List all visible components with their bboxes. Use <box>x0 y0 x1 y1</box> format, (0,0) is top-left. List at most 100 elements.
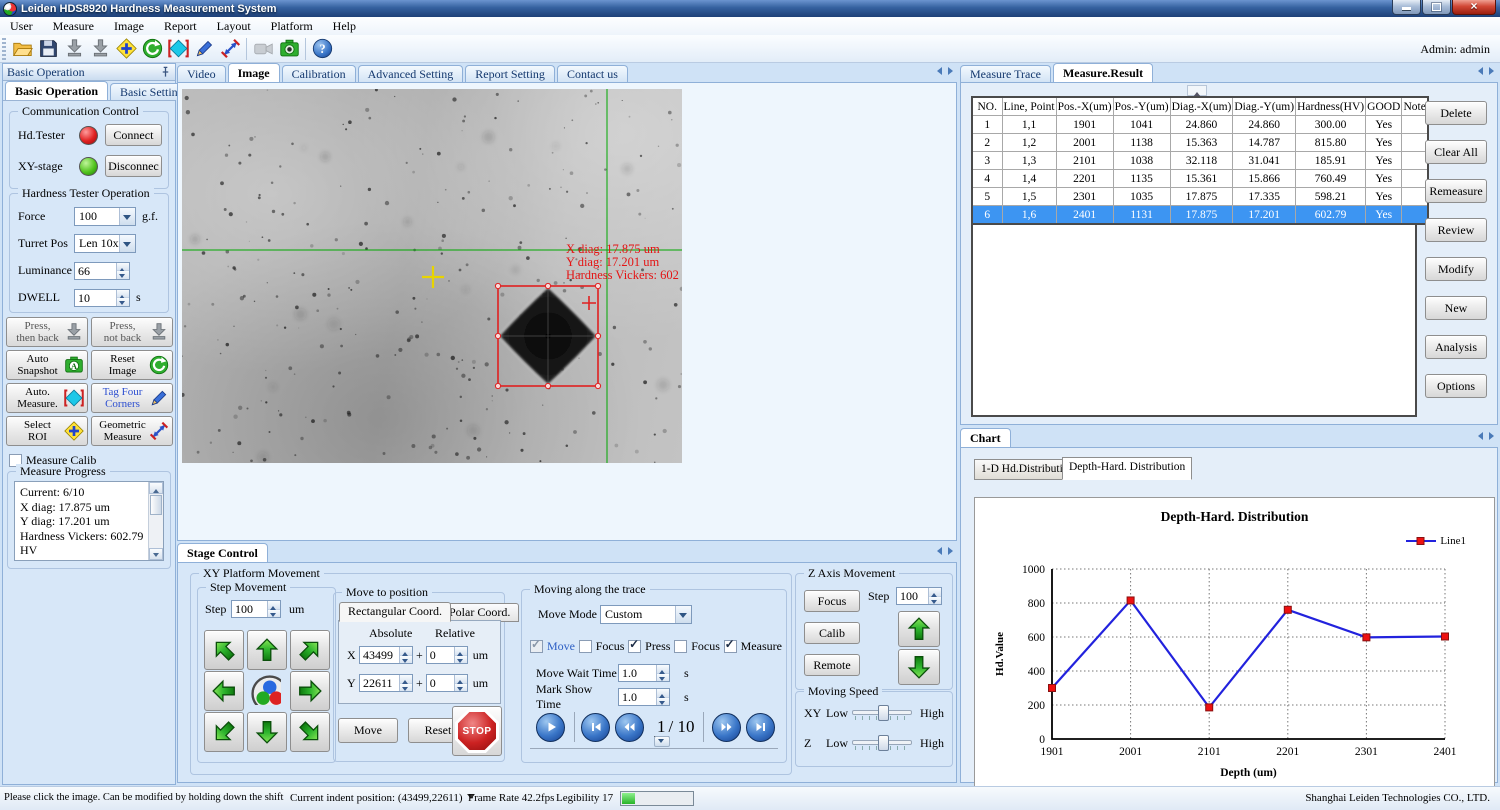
table-cell[interactable]: 4 <box>972 170 1002 188</box>
move-down-left-button[interactable] <box>204 712 244 752</box>
x-absolute-spinner[interactable]: 43499 <box>359 646 413 664</box>
chevron-down-icon[interactable] <box>119 235 135 252</box>
spin-down-icon[interactable] <box>117 298 129 306</box>
trace-play-button[interactable] <box>536 713 565 742</box>
move-down-button[interactable] <box>247 712 287 752</box>
table-cell[interactable] <box>1402 116 1428 134</box>
tab-contact-us[interactable]: Contact us <box>557 65 628 82</box>
table-cell[interactable]: 602.79 <box>1296 206 1366 225</box>
specimen-image[interactable]: X diag: 17.875 um Y diag: 17.201 um Hard… <box>182 89 682 463</box>
z-down-button[interactable] <box>898 649 940 685</box>
table-cell[interactable]: 15.361 <box>1170 170 1233 188</box>
table-cell[interactable]: 31.041 <box>1233 152 1296 170</box>
analysis-button[interactable]: Analysis <box>1425 335 1487 359</box>
move-up-button[interactable] <box>247 630 287 670</box>
slider-thumb[interactable] <box>878 735 889 751</box>
new-button[interactable]: New <box>1425 296 1487 320</box>
trace-first-button[interactable] <box>581 713 610 742</box>
select-roi-button[interactable]: SelectROI <box>6 416 88 446</box>
table-cell[interactable]: 17.875 <box>1170 206 1233 225</box>
table-cell[interactable]: 1,1 <box>1002 116 1056 134</box>
z-up-button[interactable] <box>898 611 940 647</box>
trace-prev-button[interactable] <box>615 713 644 742</box>
move-up-right-button[interactable] <box>290 630 330 670</box>
move-wait-spinner[interactable]: 1.0 <box>618 664 670 682</box>
table-cell[interactable] <box>1402 170 1428 188</box>
dwell-spinner[interactable]: 10 <box>74 289 130 307</box>
table-cell[interactable]: 2401 <box>1056 206 1113 225</box>
move-button[interactable]: Move <box>338 718 398 743</box>
tab-depth-hard-distribution[interactable]: Depth-Hard. Distribution <box>1062 457 1192 480</box>
table-cell[interactable]: 2 <box>972 134 1002 152</box>
minimize-button[interactable] <box>1392 0 1421 15</box>
modify-button[interactable]: Modify <box>1425 257 1487 281</box>
table-row[interactable]: 51,52301103517.87517.335598.21Yes <box>972 188 1428 206</box>
force-combobox[interactable]: 100 <box>74 207 136 226</box>
table-row[interactable]: 41,42201113515.36115.866760.49Yes <box>972 170 1428 188</box>
geometric-measure-button[interactable]: GeometricMeasure <box>91 416 173 446</box>
table-column-header[interactable]: Diag.-X(um) <box>1170 97 1233 116</box>
table-column-header[interactable]: Line, Point <box>1002 97 1056 116</box>
table-column-header[interactable]: Pos.-Y(um) <box>1113 97 1170 116</box>
tab-measure-trace[interactable]: Measure Trace <box>960 65 1051 82</box>
table-cell[interactable]: 598.21 <box>1296 188 1366 206</box>
table-cell[interactable]: 1901 <box>1056 116 1113 134</box>
table-cell[interactable]: 24.860 <box>1170 116 1233 134</box>
menu-measure[interactable]: Measure <box>43 17 104 35</box>
table-cell[interactable]: 1,2 <box>1002 134 1056 152</box>
table-column-header[interactable]: Note <box>1402 97 1428 116</box>
video-camera-icon[interactable] <box>250 37 276 61</box>
trace-position-dropdown[interactable] <box>654 736 670 747</box>
disconnect-button[interactable]: Disconnec <box>105 155 162 177</box>
move-up-left-button[interactable] <box>204 630 244 670</box>
close-button[interactable] <box>1452 0 1496 15</box>
luminance-spinner[interactable]: 66 <box>74 262 130 280</box>
table-cell[interactable]: 1041 <box>1113 116 1170 134</box>
table-cell[interactable]: 2001 <box>1056 134 1113 152</box>
save-icon[interactable] <box>35 37 61 61</box>
table-cell[interactable]: 760.49 <box>1296 170 1366 188</box>
review-button[interactable]: Review <box>1425 218 1487 242</box>
focus-button[interactable]: Focus <box>804 590 860 612</box>
y-absolute-spinner[interactable]: 22611 <box>359 674 413 692</box>
mark-show-spinner[interactable]: 1.0 <box>618 688 670 706</box>
table-cell[interactable]: 2301 <box>1056 188 1113 206</box>
open-folder-icon[interactable] <box>9 37 35 61</box>
tab-scroll-left-icon[interactable] <box>937 547 942 555</box>
spin-down-icon[interactable] <box>268 610 280 618</box>
table-cell[interactable] <box>1402 206 1428 225</box>
stop-button[interactable]: STOP <box>452 706 502 756</box>
trace-focus2-checkbox[interactable]: Focus <box>674 639 720 654</box>
auto-measure-button[interactable]: Auto.Measure. <box>6 383 88 413</box>
tab-advanced-setting[interactable]: Advanced Setting <box>358 65 464 82</box>
menu-report[interactable]: Report <box>154 17 207 35</box>
tag-four-corners-button[interactable]: Tag FourCorners <box>91 383 173 413</box>
table-column-header[interactable]: Pos.-X(um) <box>1056 97 1113 116</box>
chevron-down-icon[interactable] <box>675 606 691 623</box>
trace-measure-checkbox[interactable]: Measure <box>724 639 782 654</box>
table-cell[interactable]: 1,3 <box>1002 152 1056 170</box>
trace-press-checkbox[interactable]: Press <box>628 639 670 654</box>
tab-scroll-left-icon[interactable] <box>937 67 942 75</box>
chevron-down-icon[interactable] <box>119 208 135 225</box>
tab-basic-operation[interactable]: Basic Operation <box>5 81 108 100</box>
table-column-header[interactable]: GOOD <box>1366 97 1402 116</box>
tab-scroll-left-icon[interactable] <box>1478 67 1483 75</box>
table-cell[interactable]: Yes <box>1366 170 1402 188</box>
table-cell[interactable] <box>1402 152 1428 170</box>
table-row[interactable]: 61,62401113117.87517.201602.79Yes <box>972 206 1428 225</box>
table-cell[interactable]: 300.00 <box>1296 116 1366 134</box>
table-cell[interactable] <box>1402 134 1428 152</box>
tag-four-corners-icon[interactable] <box>191 37 217 61</box>
tab-calibration[interactable]: Calibration <box>282 65 356 82</box>
trace-last-button[interactable] <box>746 713 775 742</box>
tab-scroll-right-icon[interactable] <box>948 67 953 75</box>
press-not-back-button[interactable]: Press,not back <box>91 317 173 347</box>
remeasure-button[interactable]: Remeasure <box>1425 179 1487 203</box>
table-cell[interactable]: 32.118 <box>1170 152 1233 170</box>
table-cell[interactable]: 1 <box>972 116 1002 134</box>
tab-scroll-left-icon[interactable] <box>1478 432 1483 440</box>
xy-speed-slider[interactable] <box>852 704 912 722</box>
menu-platform[interactable]: Platform <box>261 17 323 35</box>
indent-position-label[interactable]: Current indent position: (43499,22611) <box>290 792 475 804</box>
